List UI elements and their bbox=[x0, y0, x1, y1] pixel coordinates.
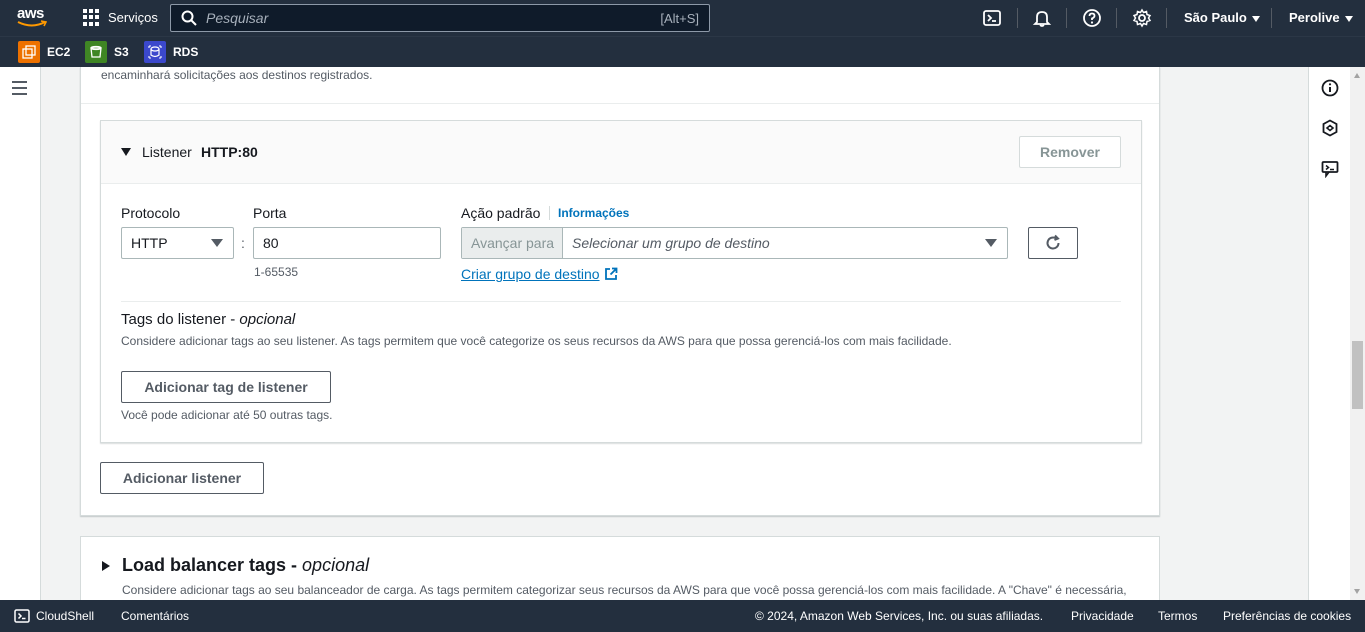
create-target-group-label: Criar grupo de destino bbox=[461, 266, 600, 282]
search-input[interactable] bbox=[206, 10, 626, 26]
port-hint: 1-65535 bbox=[254, 265, 299, 279]
colon-separator: : bbox=[241, 235, 245, 251]
favorite-label: RDS bbox=[173, 45, 199, 59]
region-label: São Paulo bbox=[1184, 10, 1247, 25]
target-group-select[interactable]: Avançar para Selecionar um grupo de dest… bbox=[461, 227, 1008, 259]
listener-value: HTTP:80 bbox=[201, 144, 258, 160]
caret-down-icon bbox=[211, 239, 223, 247]
info-icon[interactable] bbox=[1321, 79, 1339, 97]
protocol-value: HTTP bbox=[131, 235, 168, 251]
vertical-scrollbar[interactable] bbox=[1350, 67, 1365, 600]
region-selector[interactable]: São Paulo bbox=[1184, 10, 1260, 25]
refresh-icon bbox=[1046, 234, 1060, 250]
grid-icon bbox=[83, 9, 100, 26]
external-link-icon bbox=[604, 267, 617, 280]
footer: CloudShell Comentários © 2024, Amazon We… bbox=[0, 600, 1365, 632]
caret-down-icon bbox=[1251, 15, 1260, 22]
favorite-rds[interactable]: RDS bbox=[144, 41, 198, 63]
scroll-up-icon[interactable] bbox=[1354, 73, 1360, 78]
favorite-s3[interactable]: S3 bbox=[85, 41, 129, 63]
favorite-label: S3 bbox=[114, 45, 129, 59]
aws-logo-text: aws bbox=[17, 5, 44, 22]
favorite-label: EC2 bbox=[47, 45, 71, 59]
listener-tags-title-text: Tags do listener - bbox=[121, 311, 240, 328]
protocol-label: Protocolo bbox=[121, 205, 181, 221]
cloudshell-icon[interactable] bbox=[982, 8, 1002, 28]
add-listener-button[interactable]: Adicionar listener bbox=[100, 462, 264, 494]
s3-icon bbox=[85, 41, 107, 63]
copyright-text: © 2024, Amazon Web Services, Inc. ou sua… bbox=[755, 609, 1044, 623]
bell-icon[interactable] bbox=[1032, 8, 1052, 28]
terms-link[interactable]: Termos bbox=[1158, 609, 1197, 623]
listeners-panel: encaminhará solicitações aos destinos re… bbox=[80, 67, 1160, 516]
cookie-preferences-link[interactable]: Preferências de cookies bbox=[1223, 609, 1351, 623]
scrollbar-thumb[interactable] bbox=[1352, 341, 1363, 409]
ec2-icon bbox=[18, 41, 40, 63]
services-menu[interactable]: Serviços bbox=[83, 9, 158, 26]
services-label: Serviços bbox=[108, 10, 158, 25]
listener-tags-hint: Você pode adicionar até 50 outras tags. bbox=[121, 408, 333, 422]
divider bbox=[81, 103, 1159, 104]
listener-label: Listener bbox=[142, 144, 192, 160]
caret-down-icon[interactable] bbox=[121, 148, 131, 156]
caret-right-icon[interactable] bbox=[102, 561, 110, 571]
help-icon[interactable] bbox=[1082, 8, 1102, 28]
load-balancer-tags-description: Considere adicionar tags ao seu balancea… bbox=[122, 583, 1127, 597]
feedback-link[interactable]: Comentários bbox=[121, 609, 189, 623]
scroll-down-icon[interactable] bbox=[1354, 589, 1360, 594]
forward-label: Avançar para bbox=[462, 228, 563, 258]
protocol-select[interactable]: HTTP bbox=[121, 227, 234, 259]
optional-label: opcional bbox=[302, 555, 370, 575]
default-action-label: Ação padrão bbox=[461, 205, 541, 221]
favorites-bar: EC2 S3 RDS bbox=[0, 36, 1365, 67]
search-shortcut: [Alt+S] bbox=[660, 10, 699, 26]
aws-logo[interactable]: aws bbox=[17, 5, 51, 31]
left-rail bbox=[0, 67, 41, 600]
caret-down-icon bbox=[985, 239, 997, 247]
section-description: encaminhará solicitações aos destinos re… bbox=[101, 68, 373, 82]
cloudshell-label: CloudShell bbox=[36, 609, 95, 623]
load-balancer-tags-title-text: Load balancer tags - bbox=[122, 555, 303, 575]
menu-icon[interactable] bbox=[12, 81, 27, 99]
refresh-button[interactable] bbox=[1028, 227, 1078, 259]
info-link[interactable]: Informações bbox=[549, 206, 629, 220]
cloudshell-icon bbox=[14, 609, 30, 623]
optional-label: opcional bbox=[239, 311, 296, 328]
caret-down-icon bbox=[1344, 15, 1353, 22]
listener-header[interactable]: Listener HTTP:80 Remover bbox=[101, 121, 1141, 184]
gear-icon[interactable] bbox=[1132, 8, 1152, 28]
privacy-link[interactable]: Privacidade bbox=[1071, 609, 1134, 623]
divider bbox=[121, 301, 1121, 302]
load-balancer-tags-panel: Load balancer tags - opcional Considere … bbox=[80, 536, 1160, 606]
listener-tags-title: Tags do listener - opcional bbox=[121, 311, 295, 328]
add-listener-tag-button[interactable]: Adicionar tag de listener bbox=[121, 371, 331, 403]
rds-icon bbox=[144, 41, 166, 63]
load-balancer-tags-title[interactable]: Load balancer tags - opcional bbox=[122, 555, 369, 576]
cloudshell-button[interactable]: CloudShell bbox=[14, 608, 94, 624]
port-input[interactable] bbox=[253, 227, 441, 259]
favorite-ec2[interactable]: EC2 bbox=[18, 41, 70, 63]
account-label: Perolive bbox=[1289, 10, 1340, 25]
create-target-group-link[interactable]: Criar grupo de destino bbox=[461, 266, 618, 282]
feedback-icon[interactable] bbox=[1321, 160, 1339, 178]
right-rail bbox=[1308, 67, 1350, 600]
listener-card: Listener HTTP:80 Remover Protocolo HTTP … bbox=[100, 120, 1142, 443]
top-navigation: aws Serviços [Alt+S] São Paulo Perolive bbox=[0, 0, 1365, 36]
search-icon bbox=[181, 10, 197, 26]
search-bar[interactable]: [Alt+S] bbox=[170, 4, 710, 32]
target-group-placeholder: Selecionar um grupo de destino bbox=[572, 235, 770, 251]
listener-tags-description: Considere adicionar tags ao seu listener… bbox=[121, 334, 952, 348]
account-menu[interactable]: Perolive bbox=[1289, 10, 1353, 25]
remove-button[interactable]: Remover bbox=[1019, 136, 1121, 168]
port-label: Porta bbox=[253, 205, 287, 221]
hexagon-icon[interactable] bbox=[1321, 119, 1339, 137]
